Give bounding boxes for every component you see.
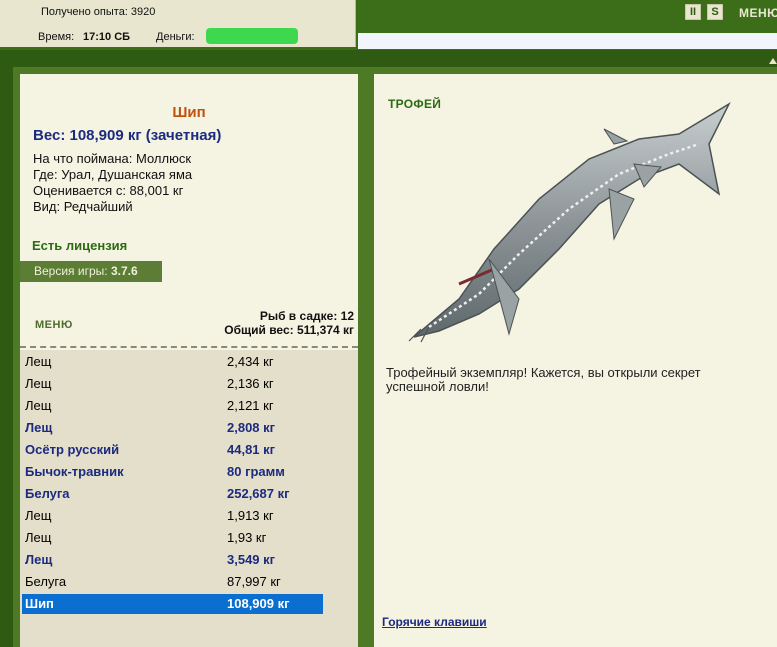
catch-row[interactable]: Белуга 87,997 кг bbox=[22, 572, 323, 592]
catch-row-weight: 2,121 кг bbox=[227, 398, 274, 413]
sturgeon-image bbox=[408, 102, 731, 343]
money-label: Деньги: bbox=[156, 31, 195, 43]
divider bbox=[20, 346, 358, 348]
version-label: Версия игры: bbox=[34, 264, 108, 278]
catch-row-weight: 1,913 кг bbox=[227, 508, 274, 523]
trophy-panel: ТРОФЕЙ Трофейный экземпляр! Кажется, вы … bbox=[367, 67, 777, 647]
catch-row-name: Осётр русский bbox=[25, 442, 120, 457]
header-strip bbox=[358, 33, 777, 49]
money-value-redacted bbox=[206, 28, 298, 44]
cage-total-weight: Общий вес: 511,374 кг bbox=[224, 323, 354, 337]
hotkeys-link[interactable]: Горячие клавиши bbox=[382, 615, 487, 629]
catch-row-weight: 2,136 кг bbox=[227, 376, 274, 391]
trophy-panel-inner: ТРОФЕЙ Трофейный экземпляр! Кажется, вы … bbox=[374, 74, 777, 647]
catch-row[interactable]: Белуга 252,687 кг bbox=[22, 484, 323, 504]
top-icons: II S bbox=[685, 4, 723, 20]
catch-row[interactable]: Бычок-травник 80 грамм bbox=[22, 462, 323, 482]
catch-row-name: Лещ bbox=[25, 508, 52, 523]
catch-row[interactable]: Лещ 3,549 кг bbox=[22, 550, 323, 570]
catch-row-weight: 44,81 кг bbox=[227, 442, 276, 457]
status-panel: Получено опыта: 3920 Время: 17:10 СБ Ден… bbox=[0, 0, 356, 47]
fish-name: Шип bbox=[172, 104, 206, 121]
catch-row-weight: 2,808 кг bbox=[227, 420, 276, 435]
catch-row[interactable]: Лещ 1,93 кг bbox=[22, 528, 323, 548]
catch-list: Лещ 2,434 кг Лещ 2,136 кг Лещ 2,121 кг Лещ 2,80… bbox=[20, 350, 358, 647]
catch-row-name: Лещ bbox=[25, 354, 52, 369]
catch-row-name: Лещ bbox=[25, 420, 53, 435]
catch-row-weight: 80 грамм bbox=[227, 464, 285, 479]
catch-row-name: Шип bbox=[25, 596, 54, 611]
experience-text: Получено опыта: 3920 bbox=[41, 6, 156, 18]
catch-row-weight: 3,549 кг bbox=[227, 552, 276, 567]
catch-row-name: Белуга bbox=[25, 486, 70, 501]
time-value: 17:10 СБ bbox=[83, 31, 131, 43]
catch-row-weight: 1,93 кг bbox=[227, 530, 267, 545]
catch-row-name: Лещ bbox=[25, 376, 52, 391]
catch-panel-inner: Шип Вес: 108,909 кг (зачетная) На что по… bbox=[20, 74, 358, 647]
sound-icon[interactable]: S bbox=[707, 4, 723, 20]
catch-row-name: Лещ bbox=[25, 552, 53, 567]
catch-row[interactable]: Лещ 2,434 кг bbox=[22, 352, 323, 372]
pause-icon[interactable]: II bbox=[685, 4, 701, 20]
catch-row[interactable]: Шип 108,909 кг bbox=[22, 594, 323, 614]
trophy-description: Трофейный экземпляр! Кажется, вы открыли… bbox=[386, 365, 701, 394]
fish-valued-from: Оценивается с: 88,001 кг bbox=[33, 183, 184, 198]
catch-row-name: Лещ bbox=[25, 530, 52, 545]
catch-row-weight: 87,997 кг bbox=[227, 574, 281, 589]
catch-row[interactable]: Лещ 2,808 кг bbox=[22, 418, 323, 438]
catch-panel: Шип Вес: 108,909 кг (зачетная) На что по… bbox=[13, 67, 367, 647]
fish-bait: На что поймана: Моллюск bbox=[33, 151, 192, 166]
fish-weight: Вес: 108,909 кг (зачетная) bbox=[33, 127, 222, 144]
catch-row[interactable]: Осётр русский 44,81 кг bbox=[22, 440, 323, 460]
cage-summary: Рыб в садке: 12 Общий вес: 511,374 кг bbox=[224, 309, 354, 337]
cage-count: Рыб в садке: 12 bbox=[259, 309, 354, 323]
top-menu-button[interactable]: МЕНЮ bbox=[739, 6, 777, 20]
time-label: Время: bbox=[38, 31, 75, 43]
version-value: 3.7.6 bbox=[110, 264, 138, 278]
game-version: Версия игры: 3.7.6 bbox=[20, 261, 162, 282]
catch-row-weight: 108,909 кг bbox=[227, 596, 290, 611]
license-status: Есть лицензия bbox=[32, 238, 128, 253]
catch-row-name: Бычок-травник bbox=[25, 464, 124, 479]
catch-row[interactable]: Лещ 2,136 кг bbox=[22, 374, 323, 394]
fish-kind: Вид: Редчайший bbox=[33, 199, 133, 214]
catch-row-name: Лещ bbox=[25, 398, 52, 413]
catch-row-weight: 2,434 кг bbox=[227, 354, 274, 369]
catch-row[interactable]: Лещ 1,913 кг bbox=[22, 506, 323, 526]
catch-row[interactable]: Лещ 2,121 кг bbox=[22, 396, 323, 416]
catch-row-weight: 252,687 кг bbox=[227, 486, 290, 501]
fish-location: Где: Урал, Душанская яма bbox=[33, 167, 193, 182]
menu-button[interactable]: МЕНЮ bbox=[35, 319, 73, 331]
scroll-up-icon[interactable] bbox=[769, 58, 777, 64]
catch-row-name: Белуга bbox=[25, 574, 67, 589]
